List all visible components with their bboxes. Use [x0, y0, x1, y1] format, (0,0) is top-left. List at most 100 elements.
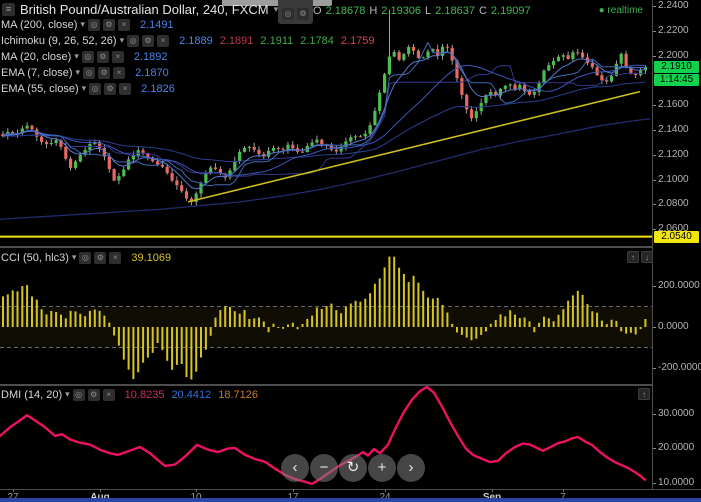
bottom-blue-strip — [0, 498, 701, 502]
eye-icon[interactable]: ◎ — [72, 388, 85, 401]
main-indicator-legend: MA (200, close) ▾ ◎ ⚙ × 2.1491 Ichimoku (9, 26… — [1, 18, 375, 98]
symbol-header: ≡ British Pound/Australian Dollar, 240, … — [2, 2, 278, 17]
indicator-row: Ichimoku (9, 26, 52, 26) ▾ ◎ ⚙ × 2.1889 2.1891… — [1, 34, 375, 47]
symbol-menu-icon[interactable]: ≡ — [2, 3, 15, 16]
dmi-axis-label: 20.0000 — [658, 442, 695, 453]
pane-separator-cci-dmi[interactable] — [0, 384, 652, 386]
axis-tick — [653, 6, 656, 7]
cci-axis-label: 0.0000 — [658, 321, 689, 332]
indicator-name[interactable]: MA (200, close) — [1, 19, 77, 31]
axis-tick — [653, 448, 656, 449]
price-axis-label: 2.2200 — [658, 25, 689, 36]
cci-axis-label: 200.0000 — [658, 280, 700, 291]
axis-tick — [653, 286, 656, 287]
zoom-in-button[interactable]: + — [368, 454, 396, 482]
eye-icon[interactable]: ◎ — [87, 18, 100, 31]
chevron-down-icon[interactable]: ▾ — [65, 389, 70, 400]
gear-icon[interactable]: ⚙ — [94, 251, 107, 264]
close-icon[interactable]: × — [157, 34, 170, 47]
cci-pane-plot — [0, 256, 652, 380]
axis-tick — [653, 204, 656, 205]
axis-tick — [653, 327, 656, 328]
close-icon[interactable]: × — [117, 18, 130, 31]
axis-tick — [653, 229, 656, 230]
zoom-out-button[interactable]: − — [310, 454, 338, 482]
price-axis-label: 2.1600 — [658, 99, 689, 110]
dmi-indicator-value: 10.8235 — [124, 388, 165, 401]
symbol-title[interactable]: British Pound/Australian Dollar, 240, FX… — [20, 2, 269, 17]
indicator-value: 2.1784 — [300, 34, 334, 47]
symbol-dropdown-icon[interactable]: ▾ — [274, 4, 279, 15]
chevron-down-icon[interactable]: ▾ — [80, 19, 85, 30]
axis-tick — [653, 368, 656, 369]
chevron-down-icon[interactable]: ▾ — [76, 67, 81, 78]
gear-icon[interactable]: ⚙ — [104, 82, 117, 95]
price-axis-label: 2.1400 — [658, 124, 689, 135]
reset-chart-button[interactable]: ↻ — [339, 454, 367, 482]
realtime-indicator: ● realtime — [599, 5, 643, 16]
eye-icon[interactable]: ◎ — [83, 66, 96, 79]
indicator-row: MA (200, close) ▾ ◎ ⚙ × 2.1491 — [1, 18, 375, 31]
price-axis[interactable]: 2.1910 1:14:45 2.0540 2.2400 2.2200 2.2000… — [652, 0, 701, 489]
axis-tick — [653, 130, 656, 131]
chevron-down-icon[interactable]: ▾ — [120, 35, 125, 46]
close-label: C — [478, 5, 487, 17]
eye-icon[interactable]: ◎ — [81, 50, 94, 63]
indicator-name[interactable]: EMA (55, close) — [1, 83, 79, 95]
high-value: 2.19306 — [381, 5, 422, 17]
trendline-drawing[interactable] — [187, 90, 641, 203]
axis-tick — [653, 483, 656, 484]
close-icon[interactable]: × — [111, 50, 124, 63]
chevron-down-icon[interactable]: ▾ — [82, 83, 87, 94]
close-icon[interactable]: × — [109, 251, 122, 264]
gear-icon[interactable]: ⚙ — [98, 66, 111, 79]
indicator-value: 2.1891 — [219, 34, 254, 47]
price-axis-label: 2.2000 — [658, 50, 689, 61]
dmi-indicator-value: 18.7126 — [218, 388, 258, 401]
axis-tick — [653, 31, 656, 32]
last-price-badge: 2.1910 — [654, 61, 699, 73]
indicator-name[interactable]: MA (20, close) — [1, 51, 71, 63]
axis-tick — [653, 180, 656, 181]
close-value: 2.19097 — [490, 5, 531, 17]
realtime-label: realtime — [607, 5, 643, 16]
indicator-value: 2.1491 — [139, 18, 174, 31]
eye-icon[interactable]: ◎ — [89, 82, 102, 95]
pane-separator-main-cci[interactable] — [0, 246, 652, 248]
eye-icon[interactable]: ◎ — [79, 251, 92, 264]
close-icon[interactable]: × — [102, 388, 115, 401]
dmi-indicator-value: 20.4412 — [171, 388, 212, 401]
indicator-row: MA (20, close) ▾ ◎ ⚙ × 2.1892 — [1, 50, 375, 63]
move-pane-down-button[interactable]: ↓ — [641, 251, 653, 263]
level-price-badge: 2.0540 — [654, 231, 699, 243]
chevron-down-icon[interactable]: ▾ — [74, 51, 79, 62]
move-pane-up-button[interactable]: ↑ — [627, 251, 639, 263]
close-icon[interactable]: × — [119, 82, 132, 95]
high-label: H — [369, 5, 378, 17]
move-pane-up-button[interactable]: ↑ — [638, 388, 650, 400]
indicator-value: 2.1892 — [133, 50, 168, 63]
cci-indicator-name[interactable]: CCI (50, hlc3) — [1, 252, 69, 264]
indicator-name[interactable]: EMA (7, close) — [1, 67, 73, 79]
chart-nav-controls: ‹ − ↻ + › — [281, 454, 425, 482]
indicator-row: EMA (55, close) ▾ ◎ ⚙ × 2.1826 — [1, 82, 375, 95]
indicator-value: 2.1826 — [141, 82, 175, 95]
realtime-dot-icon: ● — [598, 5, 605, 16]
axis-tick — [653, 56, 656, 57]
eye-icon[interactable]: ◎ — [127, 34, 140, 47]
cci-axis-label: -200.0000 — [658, 362, 701, 373]
dmi-indicator-name[interactable]: DMI (14, 20) — [1, 389, 62, 401]
gear-icon[interactable]: ⚙ — [102, 18, 115, 31]
pan-right-button[interactable]: › — [397, 454, 425, 482]
close-icon[interactable]: × — [113, 66, 126, 79]
dmi-pane-legend: DMI (14, 20) ▾ ◎ ⚙ × 10.8235 20.4412 18.7126 — [1, 388, 258, 404]
cci-pane-legend: CCI (50, hlc3) ▾ ◎ ⚙ × 39.1069 — [1, 251, 171, 267]
chevron-down-icon[interactable]: ▾ — [72, 252, 77, 263]
indicator-value: 2.1870 — [135, 66, 169, 79]
pan-left-button[interactable]: ‹ — [281, 454, 309, 482]
gear-icon[interactable]: ⚙ — [142, 34, 155, 47]
indicator-name[interactable]: Ichimoku (9, 26, 52, 26) — [1, 35, 117, 47]
gear-icon[interactable]: ⚙ — [87, 388, 100, 401]
price-axis-label: 2.2400 — [658, 0, 689, 11]
gear-icon[interactable]: ⚙ — [96, 50, 109, 63]
